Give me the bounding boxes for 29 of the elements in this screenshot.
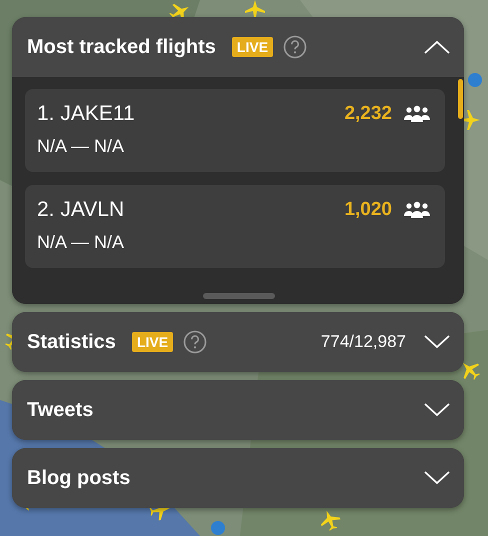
panel-title: Tweets: [27, 398, 94, 422]
scrollbar-thumb[interactable]: [458, 79, 463, 119]
chevron-down-icon[interactable]: [424, 403, 450, 417]
chevron-up-icon[interactable]: [424, 40, 450, 54]
help-icon[interactable]: [183, 330, 208, 354]
panel-header[interactable]: Tweets: [12, 380, 464, 440]
flight-route: N/A — N/A: [37, 136, 126, 157]
flight-card[interactable]: 1. JAKE11 2,232 N/A — N/A: [25, 89, 445, 172]
tracker-count: 2,232: [344, 103, 392, 125]
chevron-down-icon[interactable]: [424, 335, 450, 349]
chevron-down-icon[interactable]: [424, 471, 450, 485]
live-badge: LIVE: [232, 37, 274, 57]
help-icon[interactable]: [283, 35, 308, 59]
flight-route: N/A — N/A: [37, 232, 126, 253]
flight-card[interactable]: 2. JAVLN 1,020 N/A — N/A: [25, 185, 445, 268]
drag-handle[interactable]: [203, 293, 275, 299]
panel-header[interactable]: Blog posts: [12, 448, 464, 508]
flight-callsign: 1. JAKE11: [37, 102, 136, 126]
panel-title: Statistics: [27, 330, 116, 354]
flight-count: 774/12,987: [320, 332, 406, 352]
tracker-count: 1,020: [344, 199, 392, 221]
panel-title: Most tracked flights: [27, 36, 216, 58]
live-badge: LIVE: [132, 332, 174, 352]
people-icon: [404, 105, 430, 123]
panel-title: Blog posts: [27, 466, 130, 490]
panel-header[interactable]: Statistics LIVE 774/12,987: [12, 312, 464, 372]
people-icon: [404, 201, 430, 219]
panel-header[interactable]: Most tracked flights LIVE: [12, 17, 464, 77]
flight-callsign: 2. JAVLN: [37, 198, 126, 222]
